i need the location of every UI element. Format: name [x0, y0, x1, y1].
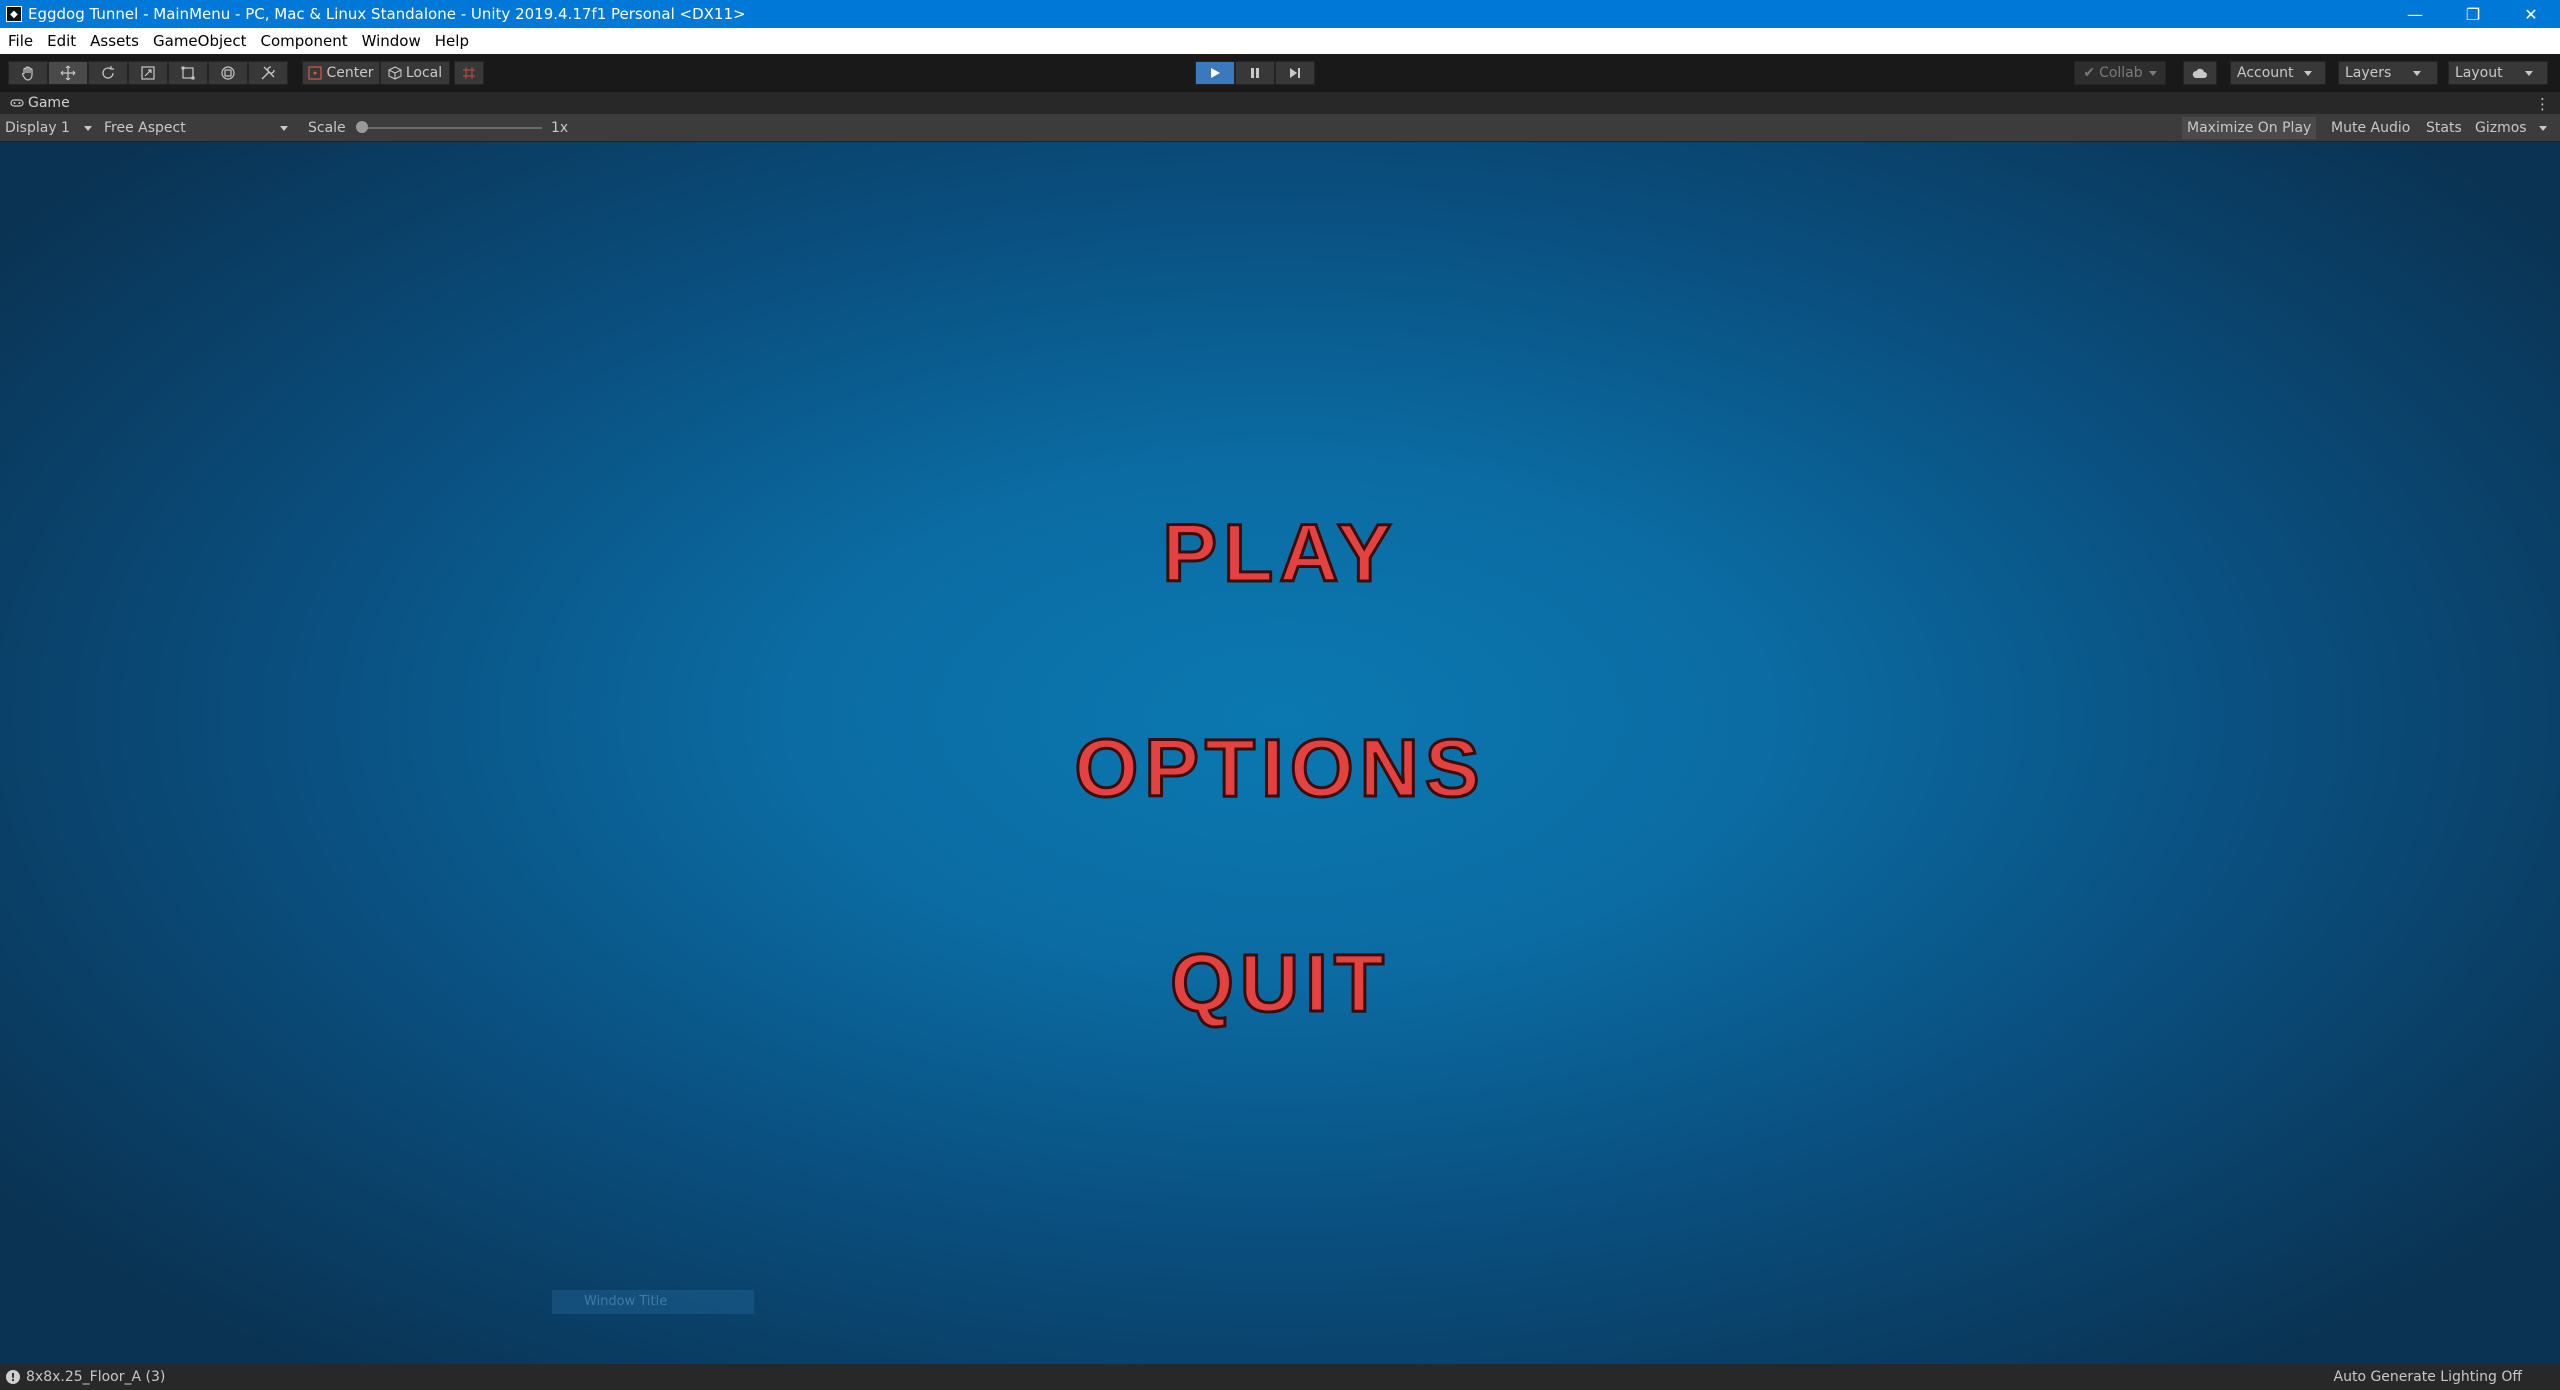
menu-assets[interactable]: Assets: [90, 32, 139, 50]
maximize-on-play-toggle[interactable]: Maximize On Play: [2182, 117, 2317, 139]
account-dropdown[interactable]: Account: [2230, 61, 2326, 85]
pivot-label: Center: [326, 65, 374, 81]
play-button[interactable]: [1195, 61, 1235, 85]
rotate-icon: [102, 66, 114, 79]
chevron-down-icon: [2538, 125, 2547, 131]
window-title-bar: ◆ Eggdog Tunnel - MainMenu - PC, Mac & L…: [0, 0, 2560, 28]
layers-dropdown[interactable]: Layers: [2338, 61, 2438, 85]
move-icon: [60, 65, 76, 81]
main-toolbar: Center Local ✔ Collab Account Layers Lay…: [0, 54, 2560, 92]
pivot-icon: [308, 66, 323, 80]
game-view-controls: Display 1 Free Aspect Scale 1x Maximize …: [0, 114, 2560, 142]
minimize-button[interactable]: —: [2386, 0, 2444, 28]
play-icon: [1211, 68, 1220, 78]
hand-tool-button[interactable]: [8, 61, 48, 85]
stats-toggle[interactable]: Stats: [2421, 117, 2467, 139]
menu-file[interactable]: File: [8, 32, 33, 50]
hand-icon: [21, 66, 33, 81]
maximize-button[interactable]: ❐: [2444, 0, 2502, 28]
custom-tool-button[interactable]: [248, 61, 288, 85]
close-button[interactable]: ✕: [2502, 0, 2560, 28]
rect-icon: [181, 66, 195, 80]
scale-tool-button[interactable]: [128, 61, 168, 85]
grid-icon: [463, 67, 475, 79]
gizmos-label: Gizmos: [2475, 120, 2527, 136]
step-button[interactable]: [1275, 61, 1315, 85]
menu-gameobject[interactable]: GameObject: [153, 32, 247, 50]
cloud-button[interactable]: [2183, 61, 2217, 85]
playmode-controls: [1195, 61, 1315, 85]
pivot-center-button[interactable]: Center: [302, 61, 380, 85]
display-dropdown[interactable]: Display 1: [5, 117, 92, 139]
scale-slider-handle[interactable]: [356, 121, 368, 133]
layout-group: Layout: [2448, 61, 2548, 85]
rect-tool-button[interactable]: [168, 61, 208, 85]
handle-toggles: Center Local: [302, 61, 484, 85]
grid-snap-button[interactable]: [454, 61, 484, 85]
rotate-tool-button[interactable]: [88, 61, 128, 85]
menu-help[interactable]: Help: [435, 32, 469, 50]
chevron-down-icon: [2148, 70, 2157, 76]
menu-component[interactable]: Component: [261, 32, 348, 50]
gizmos-toggle[interactable]: Gizmos: [2470, 117, 2552, 139]
collab-label: Collab: [2099, 65, 2143, 81]
unity-logo-icon: ◆: [6, 6, 22, 22]
move-tool-button[interactable]: [48, 61, 88, 85]
account-group: Account: [2230, 61, 2326, 85]
chevron-down-icon: [2524, 70, 2533, 76]
collab-group: ✔ Collab: [2074, 61, 2166, 85]
account-label: Account: [2237, 65, 2294, 81]
chevron-down-icon: [83, 125, 92, 131]
mute-audio-toggle[interactable]: Mute Audio: [2326, 117, 2415, 139]
transform-tools: [8, 61, 288, 85]
tab-menu-icon[interactable]: ⋮: [2535, 95, 2550, 113]
space-local-button[interactable]: Local: [380, 61, 450, 85]
window-controls: — ❐ ✕: [2386, 0, 2560, 28]
chevron-down-icon: [279, 125, 288, 131]
scale-slider-track[interactable]: [360, 127, 542, 129]
transform-tool-button[interactable]: [208, 61, 248, 85]
aspect-dropdown[interactable]: Free Aspect: [104, 117, 288, 139]
window-title: Eggdog Tunnel - MainMenu - PC, Mac & Lin…: [28, 5, 746, 23]
menu-bar: File Edit Assets GameObject Component Wi…: [0, 28, 2560, 54]
transform-icon: [221, 66, 235, 80]
menu-window[interactable]: Window: [362, 32, 421, 50]
game-viewport[interactable]: PLAY OPTIONS QUIT Window Title: [0, 142, 2560, 1364]
cloud-icon: [2192, 68, 2207, 78]
pause-icon: [1251, 68, 1259, 78]
info-icon: !: [6, 1370, 20, 1384]
chevron-down-icon: [2303, 70, 2312, 76]
game-tab-bar: Game ⋮: [0, 92, 2560, 114]
console-message[interactable]: 8x8x.25_Floor_A (3): [26, 1369, 165, 1385]
layers-group: Layers: [2338, 61, 2438, 85]
ghost-tooltip: Window Title: [552, 1290, 754, 1314]
space-label: Local: [405, 65, 443, 81]
tab-game-label: Game: [28, 95, 70, 111]
scale-label: Scale: [308, 120, 346, 136]
options-menu-button[interactable]: OPTIONS: [0, 722, 2560, 816]
wrench-icon: [261, 66, 275, 80]
cube-icon: [388, 66, 402, 80]
layout-dropdown[interactable]: Layout: [2448, 61, 2548, 85]
display-label: Display 1: [5, 120, 70, 136]
lighting-status[interactable]: Auto Generate Lighting Off: [2334, 1369, 2523, 1385]
collab-dropdown[interactable]: ✔ Collab: [2074, 61, 2166, 85]
scale-icon: [141, 66, 155, 80]
collab-icon: ✔: [2083, 65, 2096, 81]
tab-game[interactable]: Game: [0, 92, 80, 114]
menu-edit[interactable]: Edit: [47, 32, 76, 50]
play-menu-button[interactable]: PLAY: [0, 507, 2560, 601]
layout-label: Layout: [2455, 65, 2503, 81]
aspect-label: Free Aspect: [104, 120, 186, 136]
scale-value: 1x: [551, 120, 569, 136]
chevron-down-icon: [2413, 70, 2422, 76]
status-bar: ! 8x8x.25_Floor_A (3) Auto Generate Ligh…: [0, 1364, 2560, 1390]
step-icon: [1290, 68, 1300, 78]
gamepad-icon: [10, 99, 24, 107]
layers-label: Layers: [2345, 65, 2392, 81]
pause-button[interactable]: [1235, 61, 1275, 85]
cloud-group: [2183, 61, 2217, 85]
quit-menu-button[interactable]: QUIT: [0, 937, 2560, 1031]
